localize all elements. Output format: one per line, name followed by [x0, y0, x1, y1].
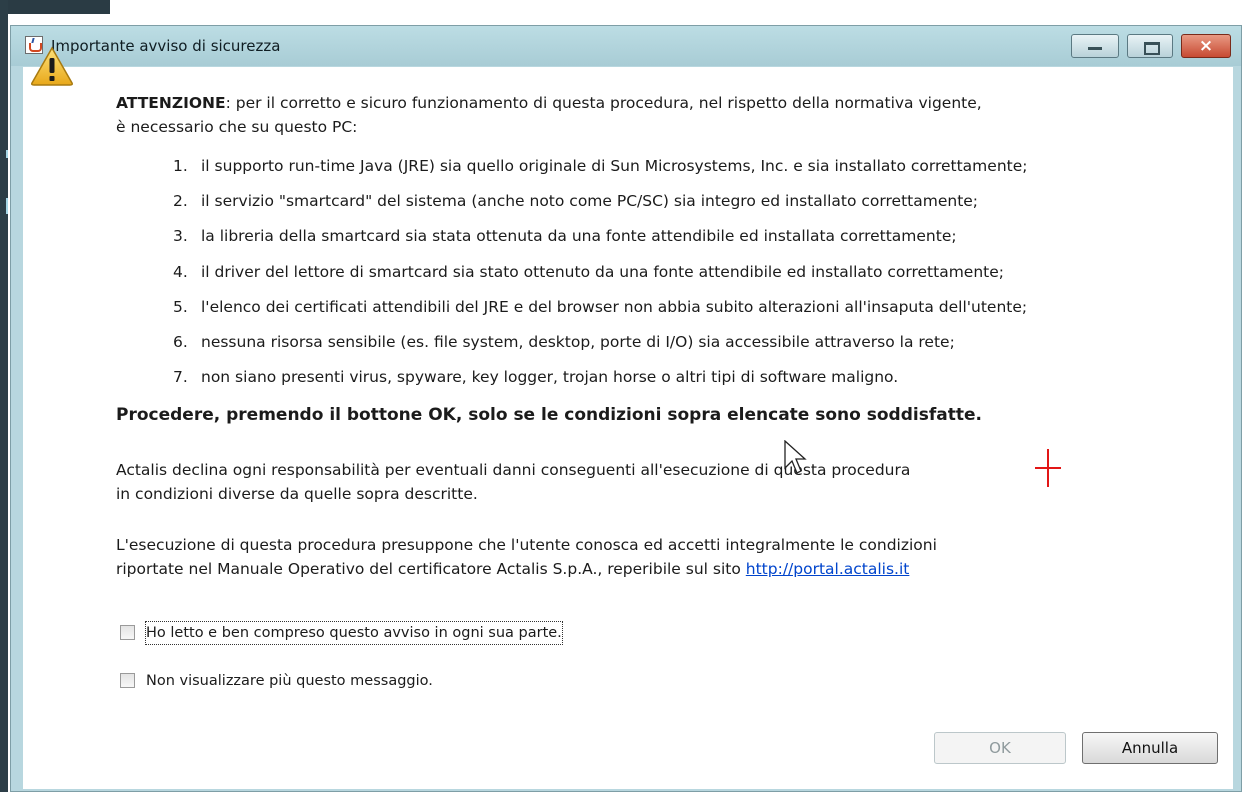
list-item: 6. nessuna risorsa sensibile (es. file sy… [173, 332, 955, 351]
terms-line: riportate nel Manuale Operativo del cert… [116, 560, 910, 578]
terms-paragraph: L'esecuzione di questa procedura presupp… [116, 533, 937, 581]
attention-text: : per il corretto e sicuro funzionamento… [225, 94, 982, 112]
read-notice-label[interactable]: Ho letto e ben compreso questo avviso in… [145, 621, 563, 645]
warning-triangle-icon [31, 46, 73, 86]
list-item: 7. non siano presenti virus, spyware, key… [173, 368, 899, 387]
dont-show-again-label[interactable]: Non visualizzare più questo messaggio. [146, 670, 433, 692]
window-title: Importante avviso di sicurezza [51, 37, 281, 55]
close-icon: × [1198, 36, 1214, 56]
conditions-list: 1. il supporto run-time Java (JRE) sia qu… [173, 154, 1027, 400]
text-cursor-marker [1035, 449, 1061, 487]
minimize-button[interactable] [1071, 34, 1119, 58]
minimize-icon [1088, 47, 1102, 50]
dont-show-again-checkbox[interactable] [120, 673, 135, 688]
maximize-button[interactable] [1127, 34, 1173, 58]
attention-label: ATTENZIONE [116, 94, 226, 112]
list-item: 1. il supporto run-time Java (JRE) sia qu… [173, 157, 1028, 175]
disclaimer-line: in condizioni diverse da quelle sopra de… [116, 485, 478, 503]
attention-text-line2: è necessario che su questo PC: [116, 118, 358, 136]
terms-line: L'esecuzione di questa procedura presupp… [116, 536, 937, 554]
attention-paragraph: ATTENZIONE: per il corretto e sicuro fun… [116, 91, 982, 139]
desktop-edge-marker [6, 150, 8, 158]
mouse-pointer-icon [784, 440, 807, 474]
proceed-instruction: Procedere, premendo il bottone OK, solo … [116, 405, 982, 425]
close-button[interactable]: × [1181, 34, 1231, 58]
ok-button[interactable]: OK [934, 732, 1066, 764]
desktop-background [0, 0, 110, 14]
actalis-portal-link[interactable]: http://portal.actalis.it [746, 560, 910, 578]
maximize-icon [1144, 42, 1160, 55]
title-bar[interactable]: Importante avviso di sicurezza × [11, 26, 1241, 66]
list-item: 3. la libreria della smartcard sia stata … [173, 227, 957, 246]
list-item: 4. il driver del lettore di smartcard sia… [173, 262, 1005, 281]
read-notice-checkbox[interactable] [120, 625, 135, 640]
list-item: 5. l'elenco dei certificati attendibili d… [173, 297, 1028, 316]
desktop-edge-marker [6, 198, 8, 214]
cancel-button[interactable]: Annulla [1082, 732, 1218, 764]
desktop-left-edge [0, 0, 8, 792]
list-item: 2. il servizio "smartcard" del sistema (a… [173, 192, 979, 211]
